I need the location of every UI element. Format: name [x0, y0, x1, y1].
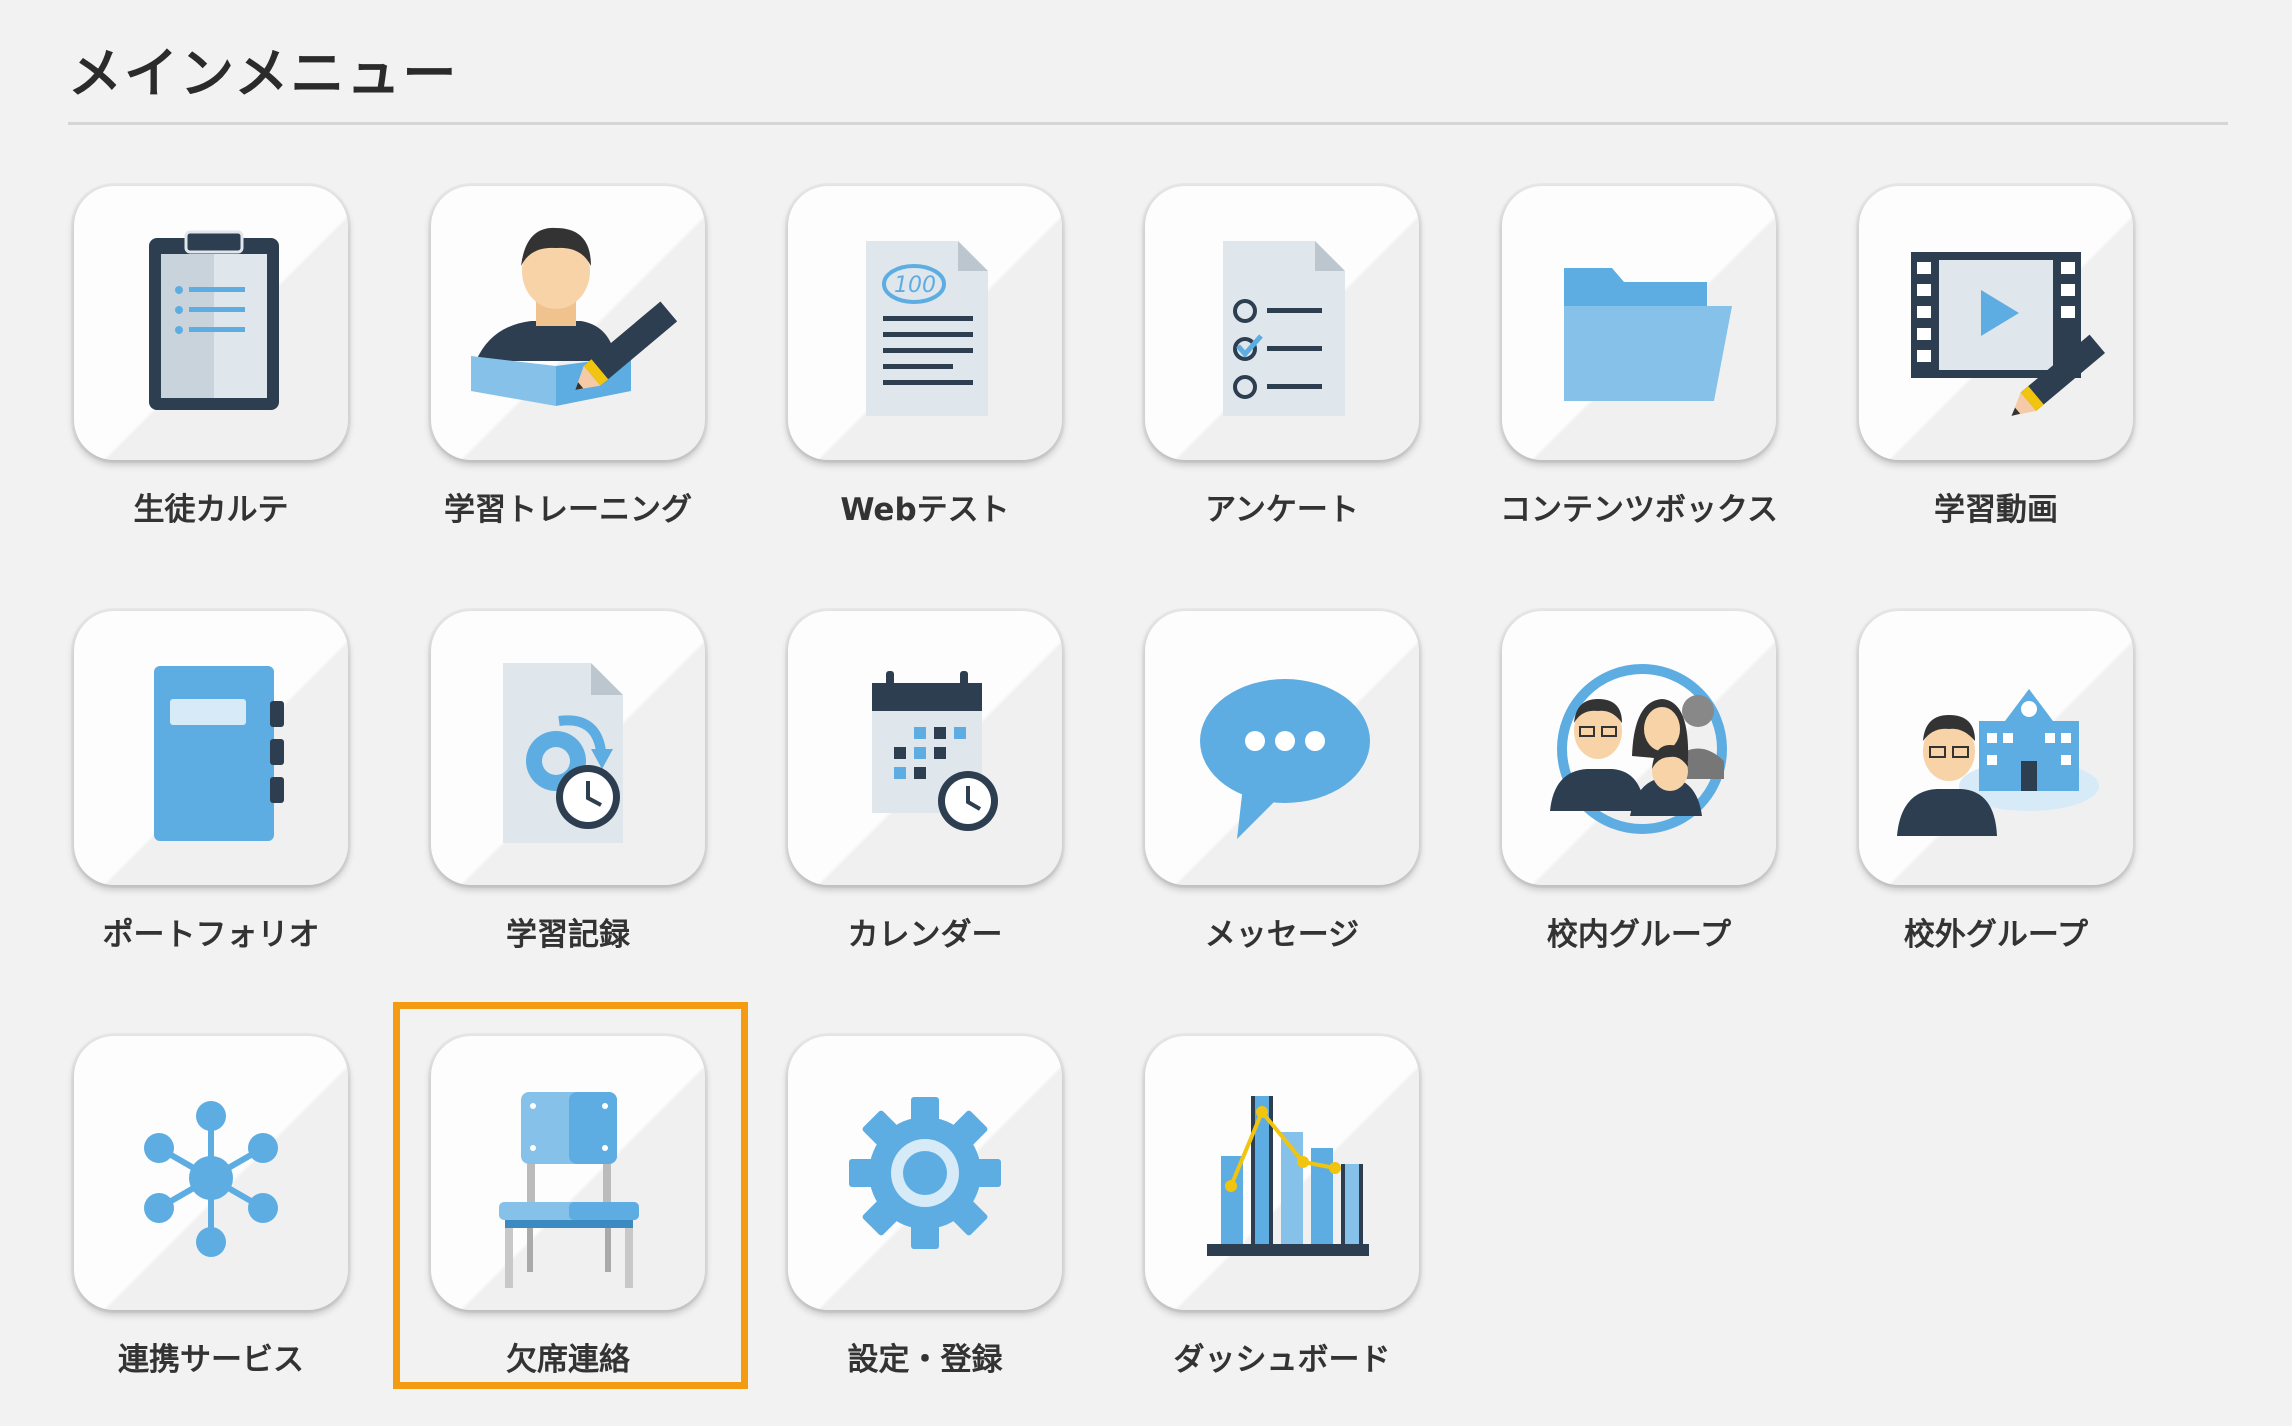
menu-label: ポートフォリオ	[102, 917, 320, 953]
menu-label: メッセージ	[1204, 917, 1360, 953]
menu-label: 生徒カルテ	[133, 492, 289, 528]
menu-label: 設定・登録	[847, 1342, 1003, 1378]
menu-label: 学習トレーニング	[444, 492, 692, 528]
menu-item-contents-box[interactable]: コンテンツボックス	[1462, 186, 1792, 576]
menu-item-learning-video[interactable]: 学習動画	[1819, 186, 2149, 576]
menu-item-survey[interactable]: アンケート	[1105, 186, 1435, 576]
menu-label: カレンダー	[847, 917, 1003, 953]
folder-icon	[1564, 268, 1732, 401]
clipboard-icon	[149, 230, 279, 410]
menu-item-web-test[interactable]: 100 Webテスト	[748, 186, 1078, 576]
menu-label: アンケート	[1205, 492, 1359, 528]
menu-item-linked-services[interactable]: 連携サービス	[34, 1036, 364, 1426]
menu-item-learning-record[interactable]: 学習記録	[391, 611, 721, 1001]
speech-bubble-icon	[1200, 679, 1370, 839]
bar-chart-icon	[1207, 1096, 1369, 1256]
menu-item-external-group[interactable]: 校外グループ	[1819, 611, 2149, 1001]
student-study-icon	[471, 227, 678, 406]
menu-item-portfolio[interactable]: ポートフォリオ	[34, 611, 364, 1001]
menu-item-message[interactable]: メッセージ	[1105, 611, 1435, 1001]
title-divider	[68, 122, 2228, 125]
school-group-people-icon	[1550, 664, 1727, 834]
page-title: メインメニュー	[68, 42, 459, 105]
survey-checklist-icon	[1223, 241, 1345, 416]
notebook-icon	[154, 666, 284, 841]
web-test-icon: 100	[866, 241, 988, 416]
menu-label: 学習記録	[506, 917, 630, 953]
menu-label: Webテスト	[840, 492, 1010, 528]
menu-label: 学習動画	[1934, 492, 2058, 528]
menu-label: コンテンツボックス	[1499, 492, 1779, 528]
selected-item-highlight	[393, 1002, 748, 1389]
menu-label: 校外グループ	[1903, 917, 2089, 953]
video-edit-icon	[1911, 252, 2106, 416]
menu-item-settings[interactable]: 設定・登録	[748, 1036, 1078, 1426]
menu-item-dashboard[interactable]: ダッシュボード	[1105, 1036, 1435, 1426]
menu-item-learning-training[interactable]: 学習トレーニング	[391, 186, 721, 576]
menu-item-school-group[interactable]: 校内グループ	[1462, 611, 1792, 1001]
study-record-clock-icon	[503, 663, 623, 843]
menu-label: ダッシュボード	[1173, 1342, 1391, 1378]
gear-icon	[849, 1097, 1001, 1249]
svg-text:100: 100	[894, 273, 936, 298]
menu-label: 校内グループ	[1546, 917, 1732, 953]
calendar-clock-icon	[872, 671, 998, 831]
menu-item-student-karte[interactable]: 生徒カルテ	[34, 186, 364, 576]
menu-item-calendar[interactable]: カレンダー	[748, 611, 1078, 1001]
menu-label: 連携サービス	[118, 1342, 304, 1378]
network-hub-icon	[144, 1101, 278, 1257]
external-group-school-icon	[1897, 689, 2099, 836]
